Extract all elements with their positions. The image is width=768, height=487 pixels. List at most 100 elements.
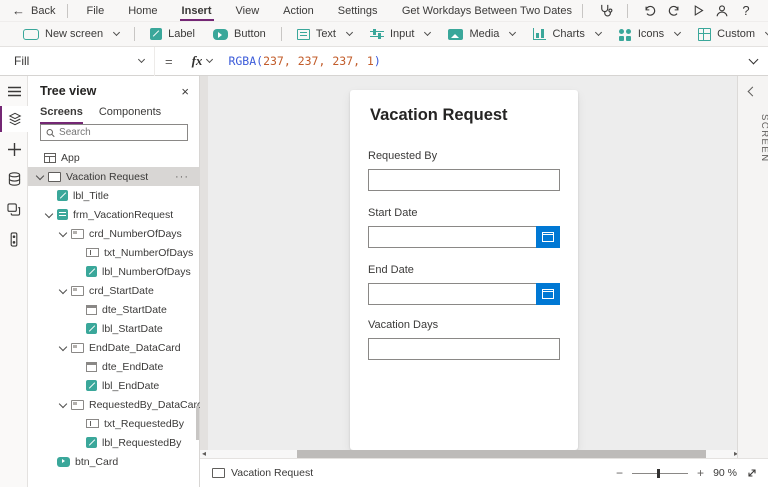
toolbar-item-label: Charts	[552, 28, 584, 40]
scrollbar-thumb[interactable]	[297, 450, 706, 458]
media-dropdown[interactable]: Media	[439, 22, 524, 47]
zoom-slider-handle[interactable]	[657, 469, 660, 478]
tree-item-app[interactable]: App	[28, 148, 199, 167]
insert-button[interactable]	[0, 136, 28, 162]
chevron-down-icon[interactable]	[59, 401, 66, 408]
media-frames-icon	[7, 203, 21, 216]
chevron-down-icon[interactable]	[36, 173, 43, 180]
field-label: Start Date	[368, 207, 560, 219]
tree-item-card[interactable]: EndDate_DataCard	[28, 338, 199, 357]
fit-screen-icon[interactable]	[746, 467, 758, 479]
app-checker-icon[interactable]	[593, 2, 617, 20]
label-button[interactable]: Label	[141, 22, 204, 47]
vacation-days-input[interactable]	[368, 338, 560, 360]
property-selector[interactable]: Fill	[0, 47, 155, 76]
tree-item-card[interactable]: crd_StartDate	[28, 281, 199, 300]
tree-item-label-control[interactable]: lbl_StartDate	[28, 319, 199, 338]
button-button[interactable]: Button	[204, 22, 275, 47]
menu-item-file[interactable]: File	[74, 0, 116, 22]
zoom-slider[interactable]	[632, 469, 688, 478]
end-date-input[interactable]	[368, 283, 560, 305]
back-button[interactable]: ← Back	[12, 3, 61, 18]
screen-properties-strip[interactable]: SCREEN	[737, 76, 768, 458]
current-screen-indicator[interactable]: Vacation Request	[212, 467, 313, 479]
tree-item-label: Vacation Request	[66, 171, 148, 183]
formula-input[interactable]: RGBA(237, 237, 237, 1)	[228, 54, 380, 68]
chevron-down-icon	[674, 28, 681, 35]
tree-item-label-control[interactable]: lbl_EndDate	[28, 376, 199, 395]
chevron-down-icon	[509, 28, 516, 35]
horizontal-scrollbar[interactable]: ◂ ▸	[200, 450, 740, 458]
tab-components[interactable]: Components	[99, 106, 161, 124]
app-icon	[44, 153, 56, 163]
start-date-picker-button[interactable]	[536, 226, 560, 248]
tree-item-label: RequestedBy_DataCard	[89, 399, 203, 411]
media-icon	[448, 29, 463, 40]
tree-item-label: lbl_RequestedBy	[102, 437, 181, 449]
media-panel-button[interactable]	[0, 196, 28, 222]
tree-item-card[interactable]: RequestedBy_DataCard	[28, 395, 199, 414]
toolbar-item-label: New screen	[45, 28, 103, 40]
icons-dropdown[interactable]: Icons	[610, 22, 689, 47]
menu-item-settings[interactable]: Settings	[326, 0, 390, 22]
advanced-tools-button[interactable]	[0, 226, 28, 252]
tree-item-datepicker[interactable]: dte_StartDate	[28, 300, 199, 319]
menu-item-home[interactable]: Home	[116, 0, 169, 22]
hamburger-menu-button[interactable]	[0, 78, 28, 104]
chevron-down-icon[interactable]	[59, 230, 66, 237]
chevron-left-icon[interactable]	[748, 87, 758, 97]
more-options-icon[interactable]: ···	[175, 171, 189, 183]
tree-item-textinput[interactable]: txt_RequestedBy	[28, 414, 199, 433]
chevron-down-icon[interactable]	[59, 344, 66, 351]
chevron-down-icon[interactable]	[59, 287, 66, 294]
menu-item-action[interactable]: Action	[271, 0, 326, 22]
play-icon[interactable]	[686, 2, 710, 20]
menu-item-view[interactable]: View	[224, 0, 272, 22]
person-icon[interactable]	[710, 2, 734, 20]
new-screen-button[interactable]: New screen	[14, 22, 128, 47]
card-icon	[71, 400, 84, 410]
tree-view-button[interactable]	[0, 106, 28, 132]
vacation-request-form[interactable]: Vacation Request Requested By Start Date…	[350, 90, 578, 450]
input-dropdown[interactable]: Input	[361, 22, 439, 47]
tree-item-label-control[interactable]: lbl_NumberOfDays	[28, 262, 199, 281]
help-icon[interactable]: ?	[734, 2, 758, 20]
zoom-in-icon[interactable]: +	[697, 467, 704, 479]
tree-item-form[interactable]: frm_VacationRequest	[28, 205, 199, 224]
scroll-left-icon[interactable]: ◂	[202, 449, 206, 458]
tree-item-button-control[interactable]: btn_Card	[28, 452, 199, 471]
close-icon[interactable]: ×	[181, 84, 189, 99]
search-input[interactable]	[59, 127, 182, 138]
data-sources-button[interactable]	[0, 166, 28, 192]
tree-item-label-control[interactable]: lbl_Title	[28, 186, 199, 205]
chevron-down-icon	[206, 55, 213, 62]
tree-item-label-control[interactable]: lbl_RequestedBy	[28, 433, 199, 452]
current-screen-label: Vacation Request	[231, 467, 313, 479]
charts-dropdown[interactable]: Charts	[524, 22, 609, 47]
formula-close-paren: )	[374, 54, 381, 68]
expand-formula-bar-button[interactable]	[734, 58, 768, 65]
tree-item-card[interactable]: crd_NumberOfDays	[28, 224, 199, 243]
field-group-start-date: Start Date	[368, 207, 560, 248]
end-date-picker-button[interactable]	[536, 283, 560, 305]
fx-button[interactable]: fx	[192, 53, 213, 69]
screen-icon	[212, 468, 225, 478]
zoom-out-icon[interactable]: −	[616, 467, 623, 479]
text-dropdown[interactable]: Text	[288, 22, 361, 47]
tree-item-datepicker[interactable]: dte_EndDate	[28, 357, 199, 376]
tree-item-textinput[interactable]: txt_NumberOfDays	[28, 243, 199, 262]
database-icon	[8, 172, 21, 186]
custom-dropdown[interactable]: Custom	[689, 22, 768, 47]
tree-item-screen[interactable]: Vacation Request ···	[28, 167, 199, 186]
redo-icon[interactable]	[662, 2, 686, 20]
chevron-down-icon[interactable]	[45, 211, 52, 218]
requested-by-input[interactable]	[368, 169, 560, 191]
tree-scrollbar[interactable]	[196, 406, 199, 440]
charts-icon	[533, 28, 546, 40]
divider	[67, 4, 68, 18]
tab-screens[interactable]: Screens	[40, 106, 83, 124]
canvas[interactable]: Vacation Request Requested By Start Date…	[200, 76, 737, 458]
menu-item-insert[interactable]: Insert	[170, 0, 224, 22]
start-date-input[interactable]	[368, 226, 560, 248]
undo-icon[interactable]	[638, 2, 662, 20]
